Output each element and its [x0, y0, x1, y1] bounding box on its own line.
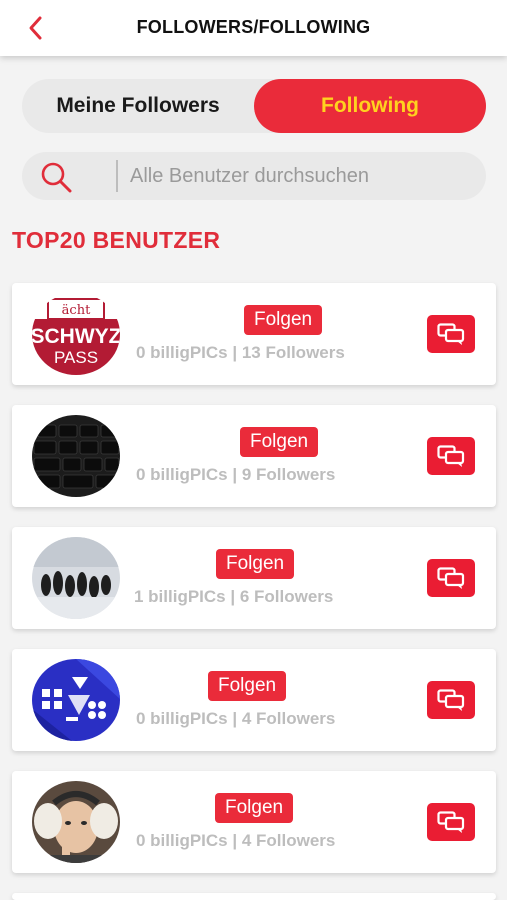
user-card[interactable]: [12, 893, 496, 900]
user-stats: 1 billigPICs | 6 Followers: [134, 587, 334, 606]
chat-icon: [437, 445, 465, 467]
chat-icon: [437, 689, 465, 711]
avatar[interactable]: ächt SCHWYZ PASS: [32, 293, 120, 375]
followers-following-toggle: Meine Followers Following: [22, 79, 486, 133]
top-bar: FOLLOWERS/FOLLOWING: [0, 0, 507, 56]
follow-button[interactable]: Folgen: [216, 549, 295, 579]
user-card[interactable]: Folgen 0 billigPICs | 4 Followers: [12, 649, 496, 751]
tab-meine-followers[interactable]: Meine Followers: [22, 79, 254, 133]
avatar[interactable]: [32, 781, 120, 863]
avatar-logo-text-bottom: PASS: [54, 348, 98, 367]
user-stats: 0 billigPICs | 9 Followers: [136, 465, 336, 484]
avatar-logo-text-top: ächt: [62, 303, 91, 318]
follow-button[interactable]: Folgen: [215, 793, 294, 823]
user-card[interactable]: Folgen 0 billigPICs | 9 Followers: [12, 405, 496, 507]
user-card[interactable]: ächt SCHWYZ PASS Folgen 0 billigPICs | 1…: [12, 283, 496, 385]
user-stats: 0 billigPICs | 4 Followers: [136, 709, 336, 728]
search-divider: [116, 160, 118, 192]
user-card[interactable]: Folgen 0 billigPICs | 4 Followers: [12, 771, 496, 873]
follow-button[interactable]: Folgen: [244, 305, 323, 335]
message-button[interactable]: [427, 315, 475, 353]
chat-icon: [437, 567, 465, 589]
chat-icon: [437, 323, 465, 345]
section-title: TOP20 BENUTZER: [12, 227, 221, 253]
message-button[interactable]: [427, 803, 475, 841]
avatar[interactable]: [32, 537, 120, 619]
search-input[interactable]: [130, 158, 470, 194]
search-bar: [22, 152, 486, 200]
user-card[interactable]: Folgen 1 billigPICs | 6 Followers: [12, 527, 496, 629]
message-button[interactable]: [427, 437, 475, 475]
avatar[interactable]: [32, 659, 120, 741]
user-stats: 0 billigPICs | 13 Followers: [136, 343, 345, 362]
avatar[interactable]: [32, 415, 120, 497]
message-button[interactable]: [427, 559, 475, 597]
chat-icon: [437, 811, 465, 833]
avatar-logo-text-mid: SCHWYZ: [32, 325, 120, 348]
search-icon[interactable]: [40, 161, 72, 193]
tab-following[interactable]: Following: [254, 79, 486, 133]
follow-button[interactable]: Folgen: [240, 427, 319, 457]
page-title: FOLLOWERS/FOLLOWING: [136, 17, 371, 37]
follow-button[interactable]: Folgen: [208, 671, 287, 701]
message-button[interactable]: [427, 681, 475, 719]
user-stats: 0 billigPICs | 4 Followers: [136, 831, 336, 850]
